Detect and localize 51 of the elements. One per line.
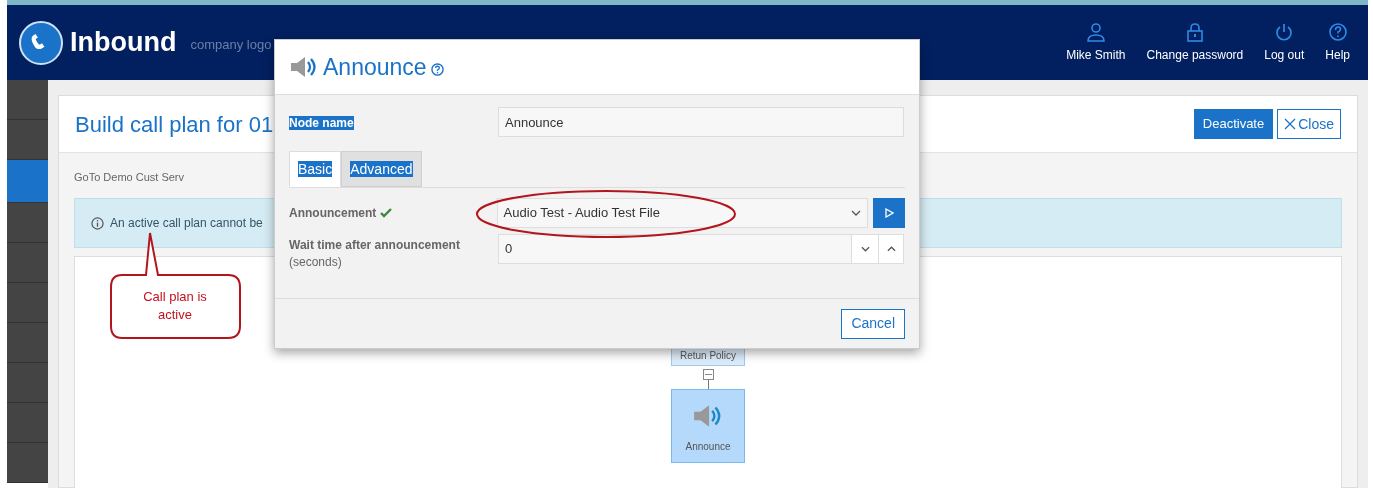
- info-icon: [91, 216, 104, 230]
- tab[interactable]: Basic: [289, 151, 342, 187]
- tab[interactable]: Advanced: [341, 151, 422, 187]
- increment-button[interactable]: [878, 234, 904, 264]
- sidebar-item[interactable]: [7, 80, 48, 120]
- play-button[interactable]: [873, 198, 905, 228]
- sidebar-item[interactable]: [7, 323, 48, 363]
- node-name-label: Node name: [289, 115, 355, 132]
- phone-logo-icon: [18, 19, 64, 66]
- header-menu-item[interactable]: Help: [1325, 21, 1350, 64]
- power-icon: [1274, 21, 1295, 42]
- sidebar-item[interactable]: [7, 283, 48, 323]
- announcement-label: Announcement: [289, 205, 377, 222]
- sidebar-item[interactable]: [7, 443, 48, 483]
- info-message: An active call plan cannot be: [110, 215, 263, 232]
- collapse-icon[interactable]: [702, 369, 714, 380]
- chevron-up-icon: [886, 246, 896, 252]
- call-plan-node[interactable]: Announce: [671, 389, 745, 463]
- wait-time-field[interactable]: 0: [498, 234, 852, 264]
- wait-time-unit: (seconds): [289, 254, 343, 271]
- node-name-field[interactable]: Announce: [498, 107, 904, 137]
- announcement-dropdown[interactable]: Audio Test - Audio Test File: [496, 198, 869, 228]
- play-icon: [884, 208, 895, 218]
- help-icon[interactable]: [430, 62, 444, 76]
- cancel-button[interactable]: Cancel: [841, 308, 905, 339]
- decrement-button[interactable]: [852, 234, 878, 264]
- header-menu-item[interactable]: Change password: [1146, 21, 1244, 64]
- speaker-icon: [289, 55, 319, 79]
- deactivate-button[interactable]: Deactivate: [1193, 109, 1274, 139]
- help-icon: [1327, 21, 1348, 42]
- page-title: Build call plan for 01: [75, 110, 274, 139]
- sidebar-item[interactable]: [7, 120, 48, 160]
- sidebar-item[interactable]: [7, 203, 48, 243]
- chevron-down-icon: [860, 246, 870, 252]
- sidebar-item[interactable]: [7, 403, 48, 443]
- sidebar-item[interactable]: [7, 363, 48, 403]
- header-menu-item[interactable]: Log out: [1264, 21, 1305, 64]
- sidebar-item[interactable]: [7, 160, 48, 203]
- close-button[interactable]: Close: [1277, 109, 1341, 139]
- chevron-down-icon: [851, 210, 862, 216]
- lock-icon: [1184, 21, 1205, 42]
- app-name: Inbound: [70, 26, 177, 60]
- close-icon: [1284, 118, 1297, 130]
- sidebar-item[interactable]: [7, 243, 48, 283]
- call-plan-name: GoTo Demo Cust Serv: [74, 170, 185, 185]
- dialog-title: Announce: [323, 52, 427, 82]
- user-icon: [1085, 21, 1106, 42]
- callout-text: Call plan is active: [142, 288, 208, 324]
- company-logo-text: company logo: [190, 35, 272, 54]
- wait-time-label: Wait time after announcement: [289, 237, 461, 254]
- header-menu-item[interactable]: Mike Smith: [1066, 21, 1126, 64]
